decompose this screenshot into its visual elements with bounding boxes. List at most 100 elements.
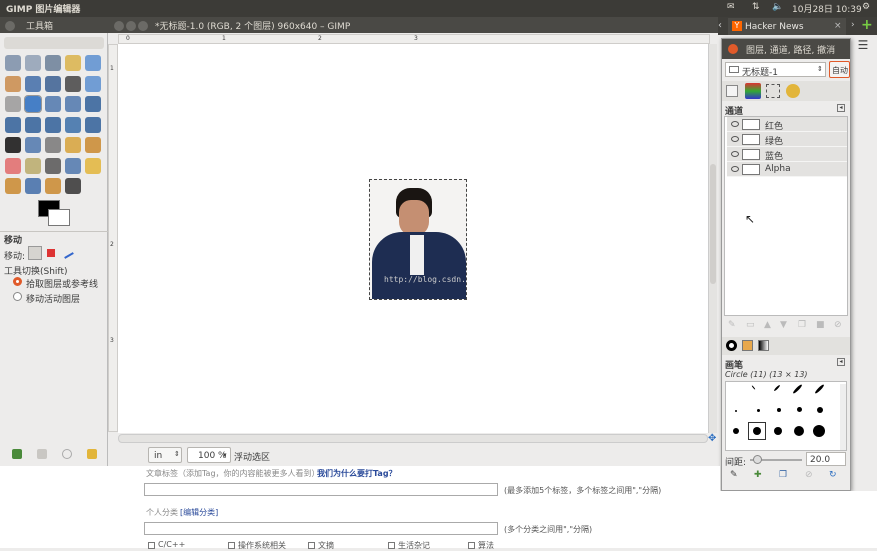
- bucket-fill-tool-icon[interactable]: [25, 137, 41, 153]
- eraser-tool-icon[interactable]: [5, 157, 21, 174]
- perspective-tool-icon[interactable]: [45, 116, 61, 133]
- tab-brushes-icon[interactable]: [726, 340, 737, 351]
- perspective-clone-tool-icon[interactable]: [5, 178, 21, 194]
- scissors-select-tool-icon[interactable]: [5, 75, 21, 92]
- refresh-brushes-icon[interactable]: ↻: [829, 470, 837, 480]
- to-selection-icon[interactable]: ■: [816, 320, 825, 330]
- color-picker-tool-icon[interactable]: [65, 75, 81, 92]
- eye-icon[interactable]: [731, 166, 739, 172]
- maximize-icon[interactable]: [138, 21, 148, 31]
- tab-undo-icon[interactable]: [786, 84, 800, 98]
- blend-tool-icon[interactable]: [45, 137, 61, 153]
- delete-options-icon[interactable]: [62, 449, 72, 459]
- new-brush-icon[interactable]: ✚: [754, 470, 762, 480]
- restore-options-icon[interactable]: [37, 449, 47, 459]
- foreground-select-tool-icon[interactable]: [25, 75, 41, 92]
- slider-handle[interactable]: [753, 455, 762, 464]
- reset-options-icon[interactable]: [87, 449, 97, 459]
- navigate-icon[interactable]: ✥: [708, 434, 717, 444]
- volume-icon[interactable]: 🔈: [772, 2, 783, 12]
- blur-tool-icon[interactable]: [25, 178, 41, 194]
- save-options-icon[interactable]: [12, 449, 22, 459]
- duplicate-brush-icon[interactable]: ❐: [779, 470, 787, 480]
- crop-tool-icon[interactable]: [65, 96, 81, 112]
- ink-tool-icon[interactable]: [45, 157, 61, 174]
- zoom-selector[interactable]: 100 % ▾: [187, 447, 231, 463]
- clock[interactable]: 10月28日 10:39: [792, 2, 862, 15]
- background-color[interactable]: [48, 209, 70, 226]
- eye-icon[interactable]: [731, 121, 739, 127]
- rect-select-tool-icon[interactable]: [5, 55, 21, 71]
- network-icon[interactable]: ⇅: [752, 2, 760, 12]
- duplicate-channel-icon[interactable]: ❐: [798, 320, 806, 330]
- scale-tool-icon[interactable]: [5, 116, 21, 133]
- lower-channel-icon[interactable]: ▼: [780, 320, 787, 330]
- move-tool-icon[interactable]: [24, 95, 42, 113]
- browser-menu-icon[interactable]: ☰: [852, 38, 874, 54]
- tab-scroll-right-icon[interactable]: ›: [851, 20, 855, 30]
- vertical-scrollbar[interactable]: [708, 44, 717, 433]
- mail-icon[interactable]: ✉: [727, 2, 735, 12]
- measure-tool-icon[interactable]: [5, 96, 21, 112]
- close-icon[interactable]: [728, 44, 738, 54]
- category-input[interactable]: [144, 522, 498, 535]
- eye-icon[interactable]: [731, 136, 739, 142]
- unit-selector[interactable]: in ⇕: [148, 447, 182, 463]
- image-selector[interactable]: 无标题-1 ⇕: [725, 62, 826, 78]
- cage-tool-icon[interactable]: [85, 116, 101, 133]
- airbrush-tool-icon[interactable]: [25, 157, 41, 174]
- dodge-burn-tool-icon[interactable]: [65, 178, 81, 194]
- clone-tool-icon[interactable]: [65, 157, 81, 174]
- flip-tool-icon[interactable]: [65, 116, 81, 133]
- paths-tool-icon[interactable]: [45, 75, 61, 92]
- move-selection-mode-icon[interactable]: [47, 249, 55, 257]
- align-tool-icon[interactable]: [45, 96, 61, 112]
- select-by-color-tool-icon[interactable]: [85, 55, 101, 71]
- floating-selection-photo[interactable]: http://blog.csdn.net/: [369, 179, 467, 300]
- fuzzy-select-tool-icon[interactable]: [65, 55, 81, 71]
- brushes-scrollbar[interactable]: [840, 384, 846, 450]
- spacing-slider[interactable]: [750, 455, 802, 464]
- canvas-area[interactable]: http://blog.csdn.net/: [118, 44, 708, 433]
- edit-brush-icon[interactable]: ✎: [730, 470, 738, 480]
- eye-icon[interactable]: [731, 151, 739, 157]
- channel-row-green[interactable]: 绿色: [727, 132, 847, 147]
- new-channel-icon[interactable]: ▭: [746, 320, 755, 330]
- horizontal-ruler[interactable]: 0 1 2 3: [118, 34, 710, 44]
- heal-tool-icon[interactable]: [85, 157, 101, 174]
- rotate-tool-icon[interactable]: [85, 96, 101, 112]
- tab-layers-icon[interactable]: [726, 85, 738, 97]
- tab-scroll-left-icon[interactable]: ‹: [718, 20, 722, 31]
- new-tab-icon[interactable]: +: [861, 17, 873, 33]
- ellipse-select-tool-icon[interactable]: [25, 55, 41, 71]
- auto-button[interactable]: 自动: [829, 61, 850, 78]
- free-select-tool-icon[interactable]: [45, 55, 61, 71]
- horizontal-scrollbar[interactable]: [118, 434, 708, 443]
- tab-channels-icon[interactable]: [745, 83, 761, 99]
- brushes-grid[interactable]: [725, 381, 847, 451]
- move-path-mode-icon[interactable]: [60, 245, 74, 259]
- channel-row-red[interactable]: 红色: [727, 117, 847, 132]
- close-icon[interactable]: [5, 21, 15, 31]
- channel-row-alpha[interactable]: Alpha: [727, 162, 847, 177]
- radio-pick-layer[interactable]: [13, 277, 22, 286]
- shear-tool-icon[interactable]: [25, 116, 41, 133]
- zoom-tool-icon[interactable]: [85, 75, 101, 92]
- tag-help-link[interactable]: 我们为什么要打Tag？: [317, 468, 397, 479]
- text-tool-icon[interactable]: [5, 137, 21, 153]
- edit-category-link[interactable]: [编辑分类]: [180, 507, 218, 518]
- tag-input[interactable]: [144, 483, 498, 496]
- tab-menu-icon[interactable]: ◂: [837, 104, 845, 112]
- delete-channel-icon[interactable]: ⊘: [834, 320, 842, 330]
- move-layer-mode-icon[interactable]: [28, 246, 42, 260]
- settings-gear-icon[interactable]: ⚙: [862, 2, 870, 12]
- tab-close-icon[interactable]: ×: [834, 21, 842, 31]
- vertical-ruler[interactable]: 1 2 3: [108, 44, 118, 432]
- delete-brush-icon[interactable]: ⊘: [805, 470, 813, 480]
- tab-gradients-icon[interactable]: [758, 340, 769, 351]
- paintbrush-tool-icon[interactable]: [85, 137, 101, 153]
- tab-patterns-icon[interactable]: [742, 340, 753, 351]
- radio-move-active[interactable]: [13, 292, 22, 301]
- brush-tab-menu-icon[interactable]: ◂: [837, 358, 845, 366]
- tab-paths-icon[interactable]: [766, 84, 780, 98]
